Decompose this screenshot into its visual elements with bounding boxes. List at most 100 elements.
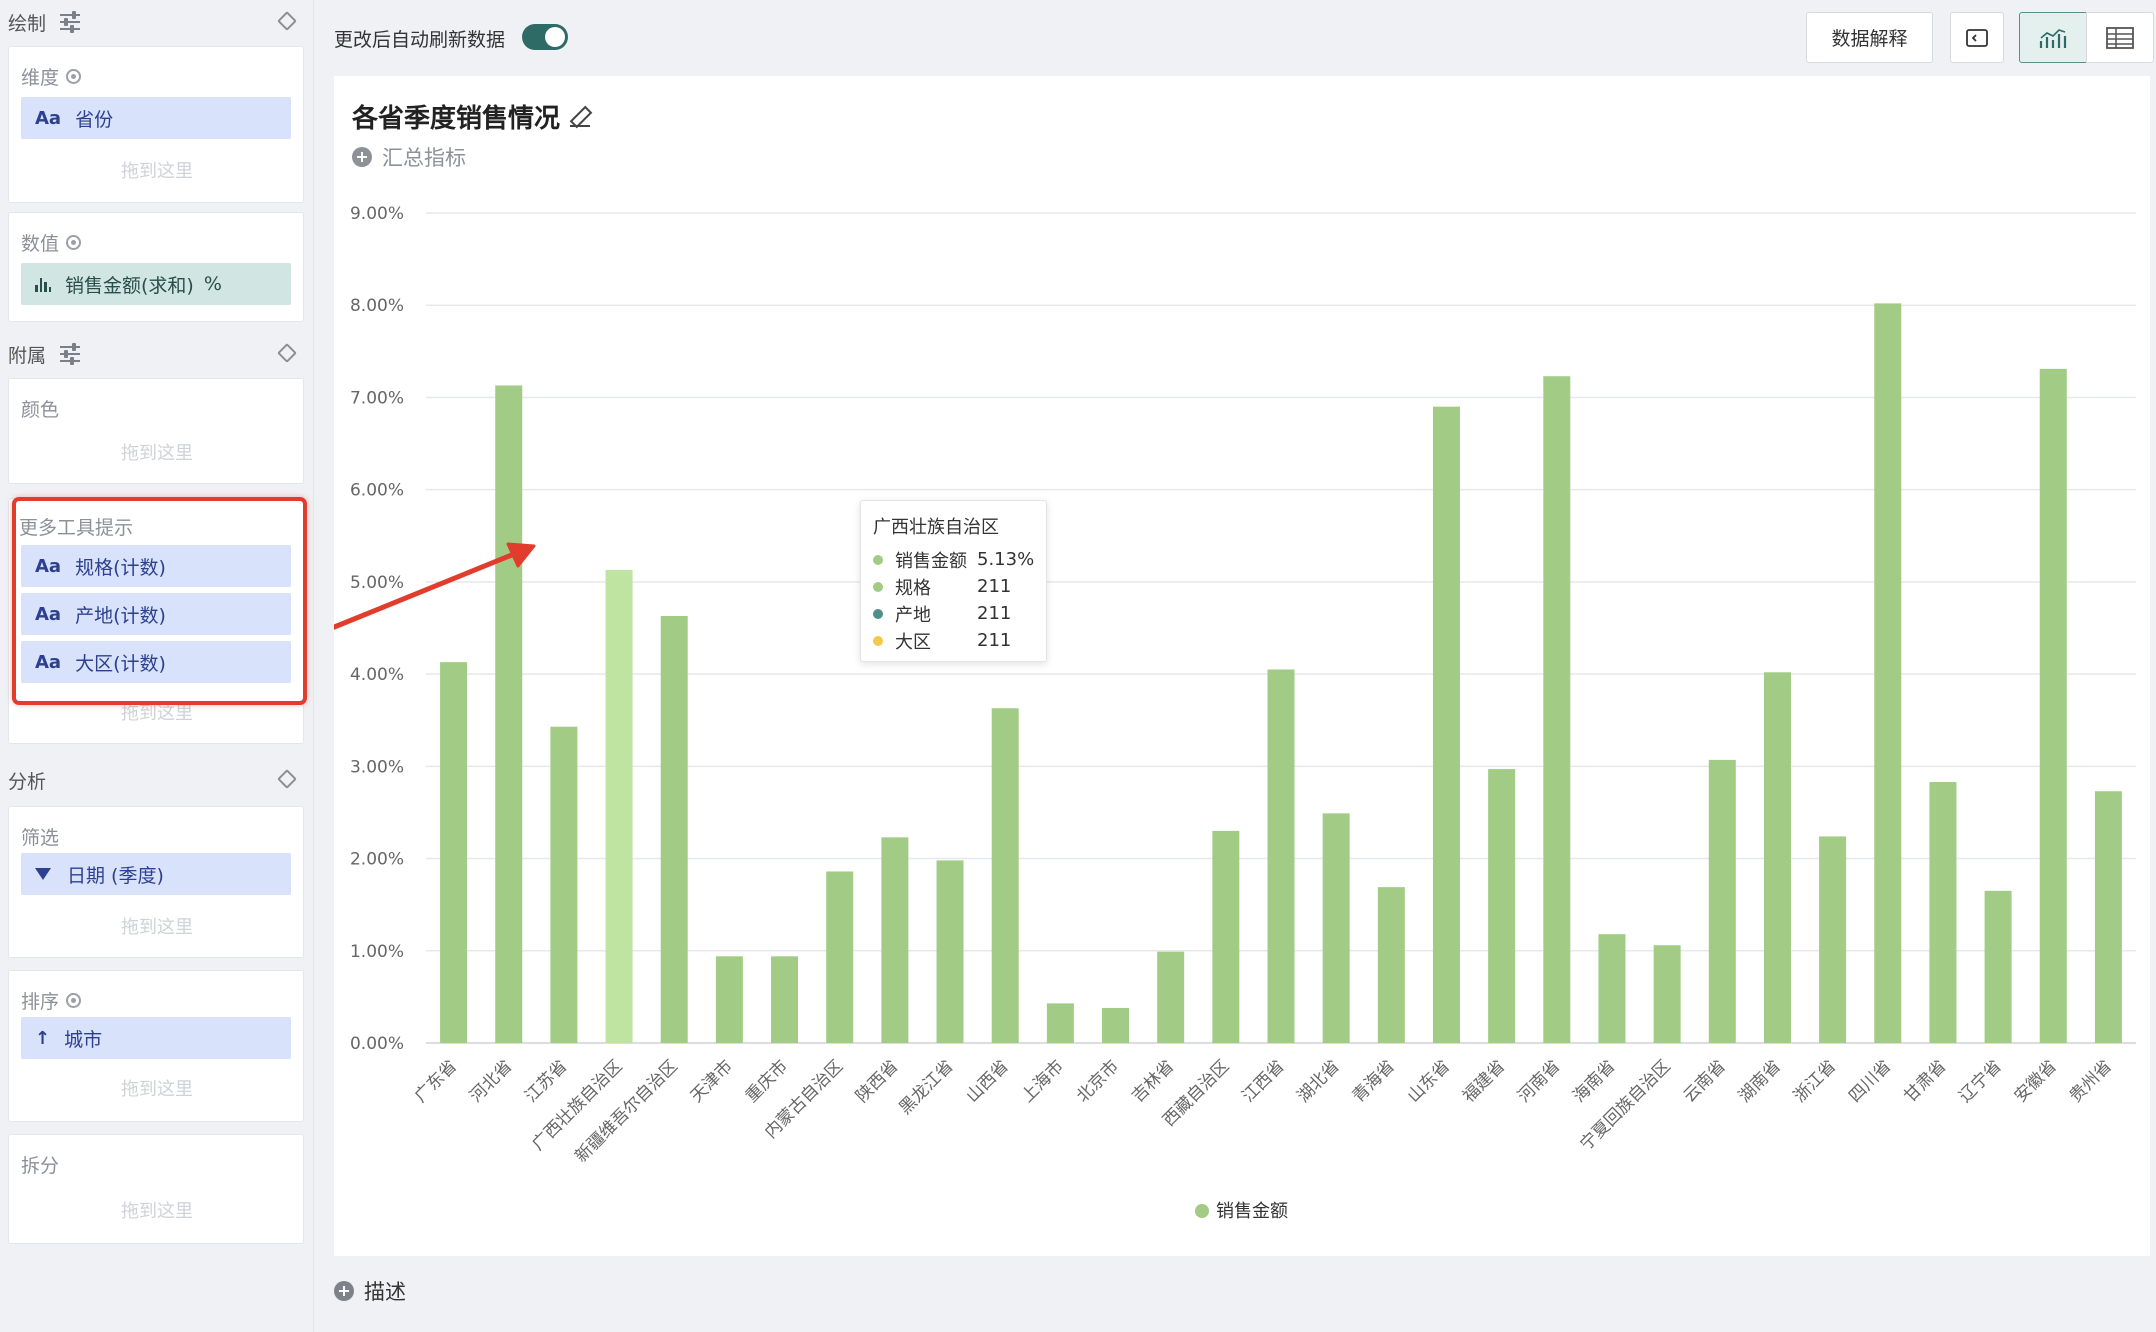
settings-sliders-icon[interactable] bbox=[60, 11, 81, 33]
chart-bar[interactable] bbox=[715, 956, 743, 1043]
data-explain-button[interactable]: 数据解释 bbox=[1806, 12, 1933, 63]
chart-bar[interactable] bbox=[1929, 782, 1957, 1043]
chart-bar[interactable] bbox=[660, 616, 688, 1043]
dimension-field-pill[interactable]: Aa 省份 bbox=[21, 97, 291, 139]
gear-icon[interactable] bbox=[66, 69, 82, 84]
tooltip-row-name: 规格 bbox=[895, 577, 931, 599]
dimension-card: 维度 Aa 省份 拖到这里 bbox=[8, 46, 304, 203]
dimension-label: 维度 bbox=[21, 63, 82, 90]
x-tick-label: 黑龙江省 bbox=[895, 1056, 957, 1118]
chart-bar[interactable] bbox=[1708, 759, 1736, 1043]
tooltip-row: 销售金额 5.13% bbox=[873, 546, 1046, 573]
tooltip-row-value: 211 bbox=[977, 603, 1012, 624]
value-field-pill[interactable]: 销售金额(求和) % bbox=[21, 263, 291, 305]
code-button[interactable] bbox=[1950, 12, 2004, 63]
eraser-icon[interactable] bbox=[277, 343, 297, 363]
series-dot-icon bbox=[873, 608, 883, 619]
value-card: 数值 销售金额(求和) % bbox=[8, 212, 304, 322]
x-tick-label: 重庆市 bbox=[742, 1056, 792, 1106]
legend-label: 销售金额 bbox=[1216, 1201, 1288, 1222]
tooltip-row-value: 211 bbox=[977, 630, 1012, 651]
sort-ascending-icon: ↑ bbox=[35, 1027, 51, 1049]
filter-field-pill[interactable]: 日期 (季度) bbox=[21, 853, 291, 895]
gear-icon[interactable] bbox=[66, 993, 82, 1008]
x-tick-label: 江苏省 bbox=[521, 1056, 571, 1106]
eraser-icon[interactable] bbox=[277, 11, 297, 31]
tooltip-row-name: 产地 bbox=[895, 604, 931, 626]
split-card: 拆分 拖到这里 bbox=[8, 1134, 304, 1244]
settings-sliders-icon[interactable] bbox=[60, 343, 81, 365]
chart-bar[interactable] bbox=[550, 726, 578, 1043]
x-tick-label: 陕西省 bbox=[852, 1056, 902, 1106]
y-tick-label: 6.00% bbox=[350, 481, 404, 501]
chart-bar[interactable] bbox=[1653, 945, 1681, 1043]
sort-card: 排序 ↑ 城市 拖到这里 bbox=[8, 970, 304, 1122]
chart-bar[interactable] bbox=[936, 860, 964, 1043]
chart-bar[interactable] bbox=[495, 385, 523, 1043]
chart-bar[interactable] bbox=[1212, 830, 1240, 1043]
chart-bar[interactable] bbox=[605, 569, 633, 1043]
y-tick-label: 8.00% bbox=[350, 296, 404, 316]
auto-refresh-label: 更改后自动刷新数据 bbox=[334, 29, 506, 51]
add-description-button[interactable]: 描述 bbox=[334, 1276, 406, 1306]
auto-refresh-toggle[interactable] bbox=[522, 24, 568, 50]
chart-bar[interactable] bbox=[771, 956, 799, 1043]
chart-bar[interactable] bbox=[1267, 669, 1295, 1044]
chart-bar[interactable] bbox=[1377, 887, 1405, 1043]
gear-icon[interactable] bbox=[66, 235, 82, 250]
chart-bar[interactable] bbox=[1432, 406, 1460, 1044]
chart-bar[interactable] bbox=[1046, 1003, 1074, 1043]
x-tick-label: 江西省 bbox=[1238, 1056, 1288, 1106]
sort-label: 排序 bbox=[21, 987, 82, 1014]
chart-bar[interactable] bbox=[1819, 836, 1847, 1043]
drop-zone[interactable]: 拖到这里 bbox=[9, 913, 305, 939]
x-tick-label: 云南省 bbox=[1680, 1056, 1730, 1106]
tooltip-title: 广西壮族自治区 bbox=[873, 517, 999, 538]
chart-bar[interactable] bbox=[1543, 376, 1571, 1043]
legend-swatch bbox=[1195, 1204, 1209, 1218]
text-type-icon: Aa bbox=[35, 107, 62, 129]
tooltip-row-value: 5.13% bbox=[977, 549, 1035, 570]
tooltip-row: 大区 211 bbox=[873, 627, 1046, 654]
eraser-icon[interactable] bbox=[277, 769, 297, 789]
top-toolbar: 更改后自动刷新数据 数据解释 bbox=[314, 0, 2156, 72]
drop-zone[interactable]: 拖到这里 bbox=[9, 1075, 305, 1101]
tooltip-row-name: 销售金额 bbox=[895, 550, 967, 572]
x-tick-label: 青海省 bbox=[1349, 1056, 1399, 1106]
x-tick-label: 贵州省 bbox=[2066, 1056, 2116, 1106]
chart-bar[interactable] bbox=[440, 662, 468, 1043]
chart-view-button[interactable] bbox=[2019, 12, 2087, 63]
tooltip-row-value: 211 bbox=[977, 576, 1012, 597]
chart-bar[interactable] bbox=[1322, 813, 1350, 1043]
y-tick-label: 4.00% bbox=[350, 665, 404, 685]
chart-bar[interactable] bbox=[1598, 934, 1626, 1043]
x-tick-label: 安徽省 bbox=[2011, 1056, 2061, 1106]
chart-bar[interactable] bbox=[1157, 951, 1185, 1043]
chart-bar[interactable] bbox=[1763, 672, 1791, 1043]
chart-bar[interactable] bbox=[1984, 890, 2012, 1043]
left-config-panel: 绘制 维度 Aa 省份 拖到这里 数值 销售金额(求和) % 附属 颜色 拖到这里… bbox=[0, 0, 314, 1332]
tooltip-row: 规格 211 bbox=[873, 573, 1046, 600]
percent-format-icon[interactable]: % bbox=[204, 273, 222, 295]
drop-zone[interactable]: 拖到这里 bbox=[9, 157, 305, 183]
chart-bar[interactable] bbox=[1102, 1007, 1130, 1043]
table-view-button[interactable] bbox=[2086, 12, 2154, 63]
x-tick-label: 吉林省 bbox=[1128, 1056, 1178, 1106]
chart-bar[interactable] bbox=[826, 871, 854, 1043]
tooltip-row: 产地 211 bbox=[873, 600, 1046, 627]
chart-bar[interactable] bbox=[991, 708, 1019, 1043]
drop-zone[interactable]: 拖到这里 bbox=[9, 1197, 305, 1223]
chart-bar[interactable] bbox=[881, 837, 909, 1043]
chart-bar[interactable] bbox=[2039, 368, 2067, 1043]
sort-field-pill[interactable]: ↑ 城市 bbox=[21, 1017, 291, 1059]
drop-zone[interactable]: 拖到这里 bbox=[9, 439, 305, 465]
chart-bar[interactable] bbox=[2094, 791, 2122, 1043]
section-header-draw: 绘制 bbox=[8, 4, 304, 40]
chart-bar[interactable] bbox=[1874, 303, 1902, 1043]
y-tick-label: 1.00% bbox=[350, 942, 404, 962]
chart-bar[interactable] bbox=[1488, 769, 1516, 1043]
x-tick-label: 新疆维吾尔自治区 bbox=[571, 1056, 681, 1166]
x-tick-label: 辽宁省 bbox=[1955, 1056, 2005, 1106]
x-tick-label: 北京市 bbox=[1073, 1056, 1123, 1106]
x-tick-label: 湖北省 bbox=[1293, 1056, 1343, 1106]
